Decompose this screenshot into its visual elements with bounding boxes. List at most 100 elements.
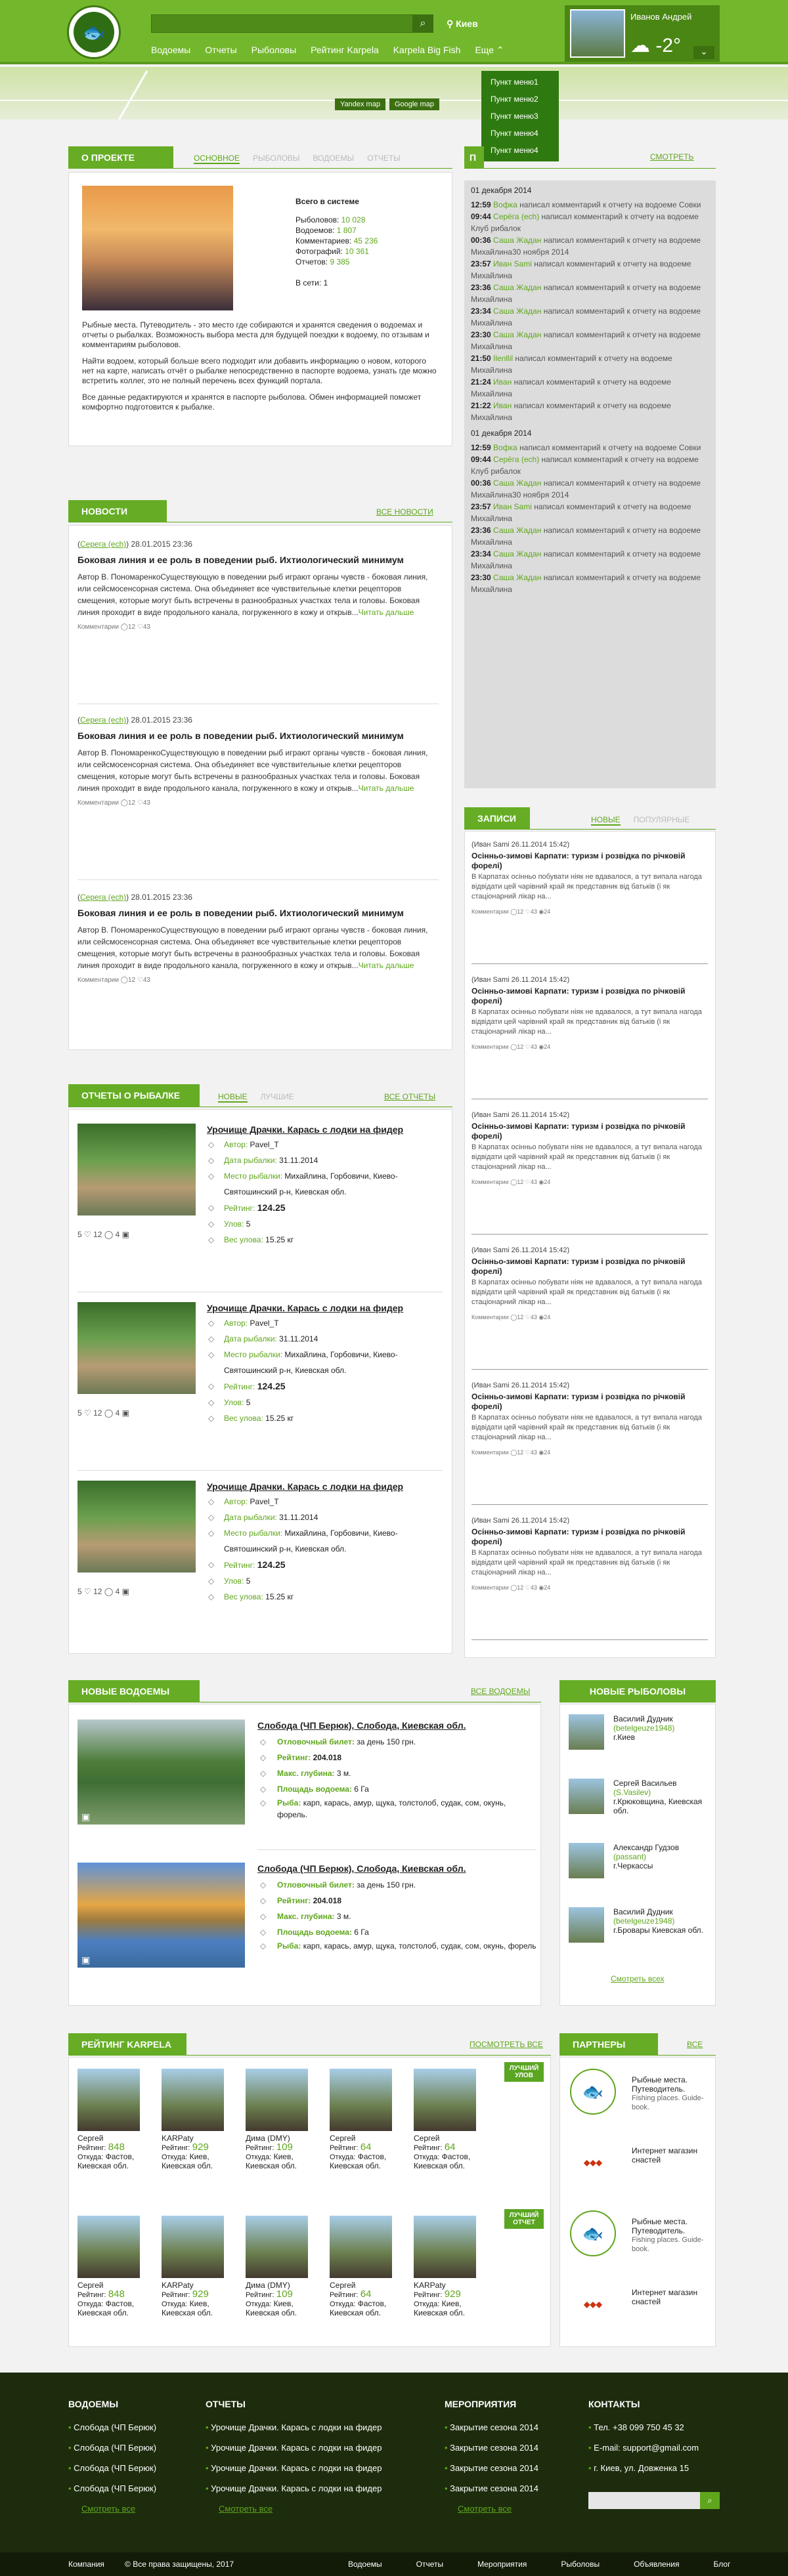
fisherman-name[interactable]: Александр Гудзов: [613, 1843, 712, 1852]
tab-new[interactable]: Новые: [218, 1092, 248, 1103]
footer-more-link[interactable]: Смотреть все: [445, 2504, 538, 2514]
news-author-link[interactable]: Серега (ech): [80, 893, 126, 902]
fishermen-more-link[interactable]: Смотреть всех: [611, 1974, 665, 1983]
nav-item[interactable]: Рейтинг Karpela: [311, 45, 379, 56]
dropdown-item[interactable]: Пункт меню2: [481, 91, 559, 108]
tackle-shop-logo[interactable]: ◆◆◆: [570, 2154, 616, 2171]
rating-more-link[interactable]: Посмотреть все: [470, 2040, 543, 2049]
feed-user-link[interactable]: Саша Жадан: [493, 236, 541, 245]
partner-name[interactable]: Рыбные места. Путеводитель.: [632, 2075, 711, 2094]
google-map-tab[interactable]: Google map: [389, 98, 439, 110]
water-title[interactable]: Слобода (ЧП Берюк), Слобода, Киевская об…: [257, 1720, 536, 1731]
avatar[interactable]: [246, 2216, 308, 2278]
avatar[interactable]: [569, 1714, 604, 1750]
footer-link[interactable]: • Закрытие сезона 2014: [445, 2483, 538, 2493]
waters-more-link[interactable]: Все водоемы: [471, 1687, 530, 1696]
footer-link[interactable]: • Слобода (ЧП Берюк): [68, 2422, 156, 2432]
avatar[interactable]: [162, 2216, 224, 2278]
footer-link[interactable]: • Закрытие сезона 2014: [445, 2463, 538, 2473]
dropdown-item[interactable]: Пункт меню3: [481, 108, 559, 125]
tackle-shop-logo[interactable]: ◆◆◆: [570, 2296, 616, 2313]
partner-name[interactable]: Рыбные места. Путеводитель.: [632, 2217, 711, 2235]
water-title[interactable]: Слобода (ЧП Берюк), Слобода, Киевская об…: [257, 1863, 536, 1874]
city-selector[interactable]: ⚲ Киев: [447, 18, 478, 30]
bottom-nav-link[interactable]: Объявления: [634, 2560, 679, 2569]
feed-user-link[interactable]: Саша Жадан: [493, 283, 541, 292]
footer-link[interactable]: • Урочище Драчки. Карась с лодки на фиде…: [206, 2443, 382, 2453]
nav-item[interactable]: Karpela Big Fish: [393, 45, 461, 56]
partners-more-link[interactable]: Все: [687, 2040, 703, 2049]
dropdown-item[interactable]: Пункт меню4: [481, 142, 559, 159]
footer-more-link[interactable]: Смотреть все: [206, 2504, 382, 2514]
footer-link[interactable]: • Слобода (ЧП Берюк): [68, 2443, 156, 2453]
map-band[interactable]: [0, 67, 788, 119]
read-more-link[interactable]: Читать дальше: [359, 961, 414, 970]
site-logo[interactable]: 🐟: [67, 5, 121, 59]
tab-best[interactable]: Лучшие: [261, 1092, 294, 1103]
water-image[interactable]: [77, 1863, 245, 1968]
tab-reports[interactable]: Отчеты: [367, 154, 401, 164]
tab-popular[interactable]: Популярные: [634, 815, 690, 826]
user-menu-toggle[interactable]: ⌄: [693, 46, 714, 59]
avatar[interactable]: [414, 2216, 476, 2278]
feed-user-link[interactable]: Вофка: [493, 443, 517, 452]
footer-link[interactable]: • Урочище Драчки. Карась с лодки на фиде…: [206, 2422, 382, 2432]
feed-user-link[interactable]: Иван Sami: [493, 259, 532, 268]
news-author-link[interactable]: Серега (ech): [80, 539, 126, 549]
bottom-nav-link[interactable]: Отчеты: [416, 2560, 443, 2569]
note-title[interactable]: Осінньо-зимові Карпати: туризм і розвідк…: [471, 1392, 708, 1412]
feed-user-link[interactable]: Иван Sami: [493, 502, 532, 511]
footer-link[interactable]: • E-mail: support@gmail.com: [588, 2443, 699, 2453]
avatar[interactable]: [77, 2216, 140, 2278]
avatar[interactable]: [77, 2069, 140, 2131]
dropdown-item[interactable]: Пункт меню4: [481, 125, 559, 142]
footer-link[interactable]: • Тел. +38 099 750 45 32: [588, 2422, 699, 2432]
tab-main[interactable]: Основное: [194, 154, 240, 164]
footer-more-link[interactable]: Смотреть все: [68, 2504, 156, 2514]
note-title[interactable]: Осінньо-зимові Карпати: туризм і розвідк…: [471, 986, 708, 1006]
fisherman-name[interactable]: Сергей Васильев: [613, 1779, 712, 1788]
avatar[interactable]: [569, 1907, 604, 1943]
tab-new[interactable]: Новые: [591, 815, 621, 826]
fish-logo-icon[interactable]: 🐟: [570, 2069, 616, 2115]
feed-user-link[interactable]: Иван: [493, 377, 512, 387]
news-title[interactable]: Боковая линия и ее роль в поведении рыб.…: [77, 907, 439, 919]
reports-more-link[interactable]: Все отчеты: [384, 1092, 435, 1101]
news-more-link[interactable]: Все новости: [376, 507, 433, 517]
avatar[interactable]: [569, 1843, 604, 1878]
footer-link[interactable]: • Слобода (ЧП Берюк): [68, 2483, 156, 2493]
bottom-nav-link[interactable]: Водоемы: [348, 2560, 382, 2569]
note-title[interactable]: Осінньо-зимові Карпати: туризм і розвідк…: [471, 851, 708, 871]
report-title[interactable]: Урочище Драчки. Карась с лодки на фидер: [207, 1124, 443, 1135]
feed-user-link[interactable]: Иван: [493, 401, 512, 410]
avatar[interactable]: [330, 2216, 392, 2278]
feed-user-link[interactable]: Саша Жадан: [493, 526, 541, 535]
nav-item[interactable]: Отчеты: [205, 45, 236, 56]
feed-user-link[interactable]: Саша Жадан: [493, 478, 541, 488]
user-name[interactable]: Иванов Андрей: [630, 12, 691, 22]
news-title[interactable]: Боковая линия и ее роль в поведении рыб.…: [77, 554, 439, 566]
avatar[interactable]: [162, 2069, 224, 2131]
report-image[interactable]: [77, 1302, 196, 1394]
bottom-nav-link[interactable]: Блог: [714, 2560, 731, 2569]
footer-link[interactable]: • Закрытие сезона 2014: [445, 2422, 538, 2432]
water-image[interactable]: [77, 1720, 245, 1825]
search-button[interactable]: ⌕: [412, 14, 433, 33]
read-more-link[interactable]: Читать дальше: [359, 608, 414, 617]
tab-waters[interactable]: Водоемы: [313, 154, 354, 164]
bottom-nav-link[interactable]: Рыболовы: [561, 2560, 600, 2569]
note-title[interactable]: Осінньо-зимові Карпати: туризм і розвідк…: [471, 1122, 708, 1141]
nav-item[interactable]: Рыболовы: [252, 45, 297, 56]
fish-logo-icon[interactable]: 🐟: [570, 2210, 616, 2256]
avatar[interactable]: [569, 1779, 604, 1814]
feed-user-link[interactable]: Вофка: [493, 200, 517, 209]
footer-link[interactable]: • Урочище Драчки. Карась с лодки на фиде…: [206, 2483, 382, 2493]
fisherman-name[interactable]: Василий Дудник: [613, 1714, 712, 1723]
footer-link[interactable]: • г. Киев, ул. Довженка 15: [588, 2463, 699, 2473]
note-title[interactable]: Осінньо-зимові Карпати: туризм і розвідк…: [471, 1257, 708, 1277]
feed-user-link[interactable]: Серёга (ech): [493, 455, 539, 464]
search-input[interactable]: [151, 14, 414, 33]
news-author-link[interactable]: Серега (ech): [80, 715, 126, 725]
footer-search-button[interactable]: ⌕: [700, 2492, 720, 2509]
fisherman-name[interactable]: Василий Дудник: [613, 1907, 712, 1916]
